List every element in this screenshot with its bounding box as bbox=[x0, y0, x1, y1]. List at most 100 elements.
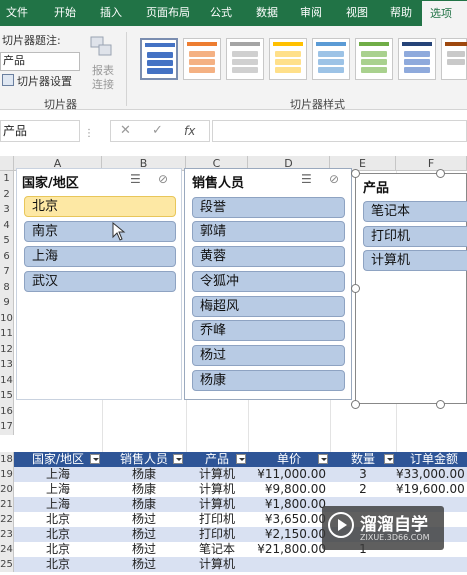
table-cell[interactable]: 上海 bbox=[14, 482, 102, 497]
table-cell[interactable]: 杨康 bbox=[102, 482, 186, 497]
clear-filter-icon[interactable]: ⊘ bbox=[329, 172, 339, 186]
row-header[interactable]: 2 bbox=[0, 186, 14, 202]
slicer-style-1[interactable] bbox=[140, 38, 178, 80]
table-cell[interactable]: 计算机 bbox=[186, 482, 248, 497]
resize-handle[interactable] bbox=[351, 284, 360, 293]
slicer-item[interactable]: 笔记本 bbox=[363, 201, 467, 222]
tab-options[interactable]: 选项 bbox=[422, 1, 467, 26]
row-header[interactable]: 7 bbox=[0, 264, 14, 280]
slicer-item[interactable]: 黄蓉 bbox=[192, 246, 345, 267]
slicer-item[interactable]: 杨康 bbox=[192, 370, 345, 391]
row-header[interactable]: 16 bbox=[0, 403, 14, 419]
table-cell[interactable]: 打印机 bbox=[186, 512, 248, 527]
filter-dropdown-icon[interactable] bbox=[236, 454, 246, 464]
filter-dropdown-icon[interactable] bbox=[90, 454, 100, 464]
slicer-item[interactable]: 段誉 bbox=[192, 197, 345, 218]
row-header[interactable]: 1 bbox=[0, 171, 14, 187]
row-header[interactable]: 17 bbox=[0, 419, 14, 435]
slicer-style-5[interactable] bbox=[312, 38, 350, 80]
resize-handle[interactable] bbox=[436, 400, 445, 409]
name-box[interactable]: 产品 bbox=[0, 120, 80, 142]
slicer-style-2[interactable] bbox=[183, 38, 221, 80]
row-header[interactable]: 12 bbox=[0, 341, 14, 357]
report-connections-icon[interactable] bbox=[88, 35, 114, 59]
table-row[interactable]: 上海 杨康 计算机 ¥11,000.00 3 ¥33,000.00 bbox=[14, 467, 467, 482]
tab-data[interactable]: 数据 bbox=[256, 0, 278, 26]
table-cell[interactable]: 上海 bbox=[14, 497, 102, 512]
row-header[interactable]: 23 bbox=[0, 527, 14, 542]
table-cell[interactable]: 2 bbox=[330, 482, 396, 497]
table-cell[interactable]: ¥3,650.00 bbox=[248, 512, 330, 527]
clear-filter-icon[interactable]: ⊘ bbox=[158, 172, 168, 186]
row-header[interactable]: 14 bbox=[0, 372, 14, 388]
tab-view[interactable]: 视图 bbox=[346, 0, 368, 26]
slicer-item[interactable]: 杨过 bbox=[192, 345, 345, 366]
table-cell[interactable]: 北京 bbox=[14, 557, 102, 572]
filter-dropdown-icon[interactable] bbox=[173, 454, 183, 464]
table-cell[interactable]: ¥33,000.00 bbox=[396, 467, 467, 482]
table-cell[interactable]: ¥2,150.00 bbox=[248, 527, 330, 542]
table-cell[interactable]: 打印机 bbox=[186, 527, 248, 542]
row-header[interactable]: 19 bbox=[0, 467, 14, 482]
table-cell[interactable]: 杨过 bbox=[102, 527, 186, 542]
table-cell[interactable]: 计算机 bbox=[186, 557, 248, 572]
table-cell[interactable]: ¥19,600.00 bbox=[396, 482, 467, 497]
slicer-style-4[interactable] bbox=[269, 38, 307, 80]
table-cell[interactable]: 北京 bbox=[14, 512, 102, 527]
tab-review[interactable]: 审阅 bbox=[300, 0, 322, 26]
slicer-item[interactable]: 打印机 bbox=[363, 226, 467, 247]
resize-handle[interactable] bbox=[351, 169, 360, 178]
table-cell[interactable] bbox=[248, 557, 330, 572]
row-header[interactable]: 22 bbox=[0, 512, 14, 527]
table-cell[interactable]: 杨康 bbox=[102, 467, 186, 482]
slicer-item[interactable]: 南京 bbox=[24, 221, 176, 242]
slicer-style-3[interactable] bbox=[226, 38, 264, 80]
slicer-item[interactable]: 武汉 bbox=[24, 271, 176, 292]
filter-dropdown-icon[interactable] bbox=[318, 454, 328, 464]
slicer-item[interactable]: 计算机 bbox=[363, 250, 467, 271]
table-cell[interactable]: 计算机 bbox=[186, 467, 248, 482]
slicer-style-8[interactable] bbox=[441, 38, 467, 80]
row-header[interactable]: 8 bbox=[0, 279, 14, 295]
row-header[interactable]: 4 bbox=[0, 217, 14, 233]
tab-home[interactable]: 开始 bbox=[54, 0, 76, 26]
row-header[interactable]: 11 bbox=[0, 326, 14, 342]
row-header[interactable]: 24 bbox=[0, 542, 14, 557]
formula-input[interactable] bbox=[212, 120, 467, 142]
row-header[interactable]: 25 bbox=[0, 557, 14, 572]
resize-handle[interactable] bbox=[351, 400, 360, 409]
table-cell[interactable]: 上海 bbox=[14, 467, 102, 482]
enter-icon[interactable]: ✓ bbox=[152, 123, 163, 138]
table-cell[interactable]: 北京 bbox=[14, 527, 102, 542]
row-header[interactable]: 5 bbox=[0, 233, 14, 249]
slicer-item[interactable]: 令狐冲 bbox=[192, 271, 345, 292]
resize-handle[interactable] bbox=[436, 169, 445, 178]
row-header[interactable]: 10 bbox=[0, 310, 14, 326]
table-cell[interactable]: 杨康 bbox=[102, 497, 186, 512]
select-all-corner[interactable] bbox=[0, 156, 14, 171]
row-header[interactable]: 15 bbox=[0, 388, 14, 404]
tab-page-layout[interactable]: 页面布局 bbox=[146, 0, 190, 26]
multi-select-icon[interactable]: ☰ bbox=[301, 172, 312, 186]
slicer-item[interactable]: 郭靖 bbox=[192, 221, 345, 242]
slicer-style-6[interactable] bbox=[355, 38, 393, 80]
table-cell[interactable]: 北京 bbox=[14, 542, 102, 557]
slicer-item[interactable]: 乔峰 bbox=[192, 320, 345, 341]
slicer-item[interactable]: 上海 bbox=[24, 246, 176, 267]
column-header-f[interactable]: F bbox=[396, 156, 467, 171]
row-header[interactable]: 20 bbox=[0, 482, 14, 497]
table-cell[interactable]: 笔记本 bbox=[186, 542, 248, 557]
tab-insert[interactable]: 插入 bbox=[100, 0, 122, 26]
slicer-settings-button[interactable]: 切片器设置 bbox=[17, 73, 72, 89]
row-header[interactable]: 18 bbox=[0, 452, 14, 467]
cancel-icon[interactable]: ✕ bbox=[120, 123, 131, 138]
table-cell[interactable]: 杨过 bbox=[102, 557, 186, 572]
multi-select-icon[interactable]: ☰ bbox=[130, 172, 141, 186]
function-icon[interactable]: fx bbox=[184, 124, 195, 138]
row-header[interactable]: 6 bbox=[0, 248, 14, 264]
row-header[interactable]: 21 bbox=[0, 497, 14, 512]
table-cell[interactable]: ¥1,800.00 bbox=[248, 497, 330, 512]
slicer-item[interactable]: 北京 bbox=[24, 196, 176, 217]
tab-help[interactable]: 帮助 bbox=[390, 0, 412, 26]
table-cell[interactable]: 杨过 bbox=[102, 512, 186, 527]
